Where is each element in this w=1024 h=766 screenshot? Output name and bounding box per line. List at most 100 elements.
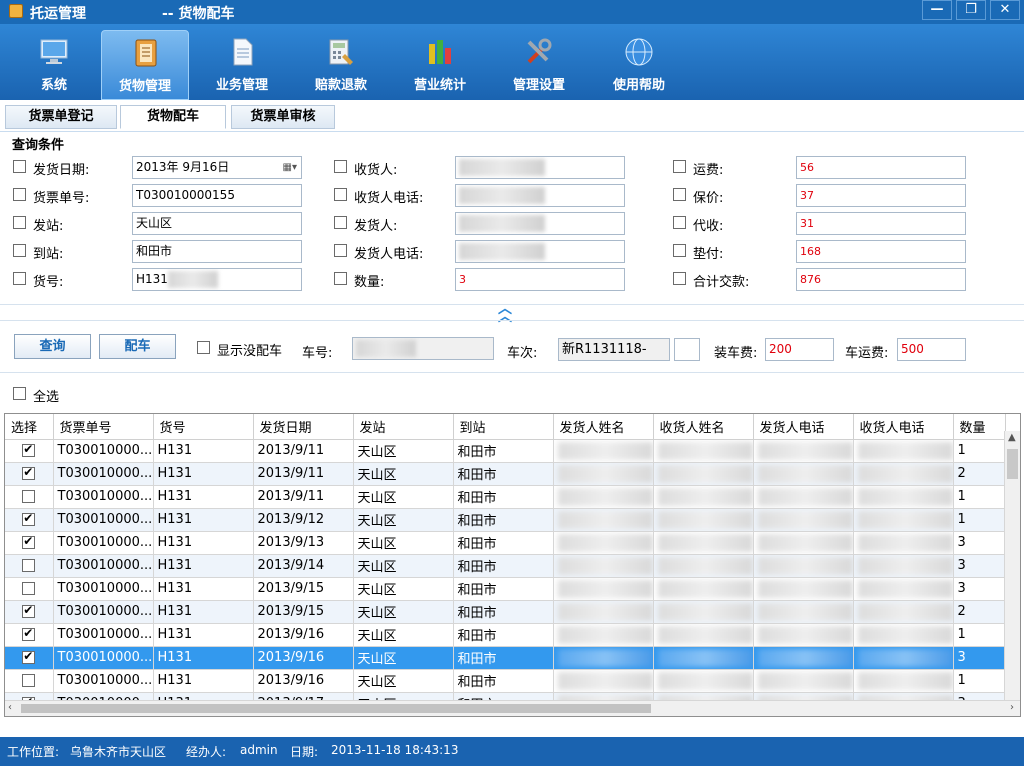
scroll-left-icon[interactable]: ‹ xyxy=(8,701,12,715)
sender-phone-field[interactable] xyxy=(455,240,625,263)
checkbox-show-unassigned[interactable] xyxy=(197,341,210,354)
trip-number-field[interactable]: 新R1131118- xyxy=(558,338,670,361)
column-header-origin[interactable]: 发站 xyxy=(353,414,454,440)
vertical-scrollbar[interactable]: ▲ xyxy=(1004,431,1020,716)
checkbox-freight[interactable] xyxy=(673,160,686,173)
scroll-up-icon[interactable]: ▲ xyxy=(1008,431,1016,445)
column-header-select[interactable]: 选择 xyxy=(5,414,54,440)
row-checkbox[interactable] xyxy=(22,534,36,549)
freight-field[interactable]: 56 xyxy=(796,156,966,179)
row-checkbox[interactable] xyxy=(22,626,36,641)
checkbox-receiver-phone[interactable] xyxy=(334,188,347,201)
horizontal-scroll-thumb[interactable] xyxy=(21,704,651,713)
tab-system[interactable]: 系统 xyxy=(10,30,98,100)
table-row[interactable]: T030010000...H1312013/9/12天山区和田市 1 xyxy=(5,508,1006,532)
sender-field[interactable] xyxy=(455,212,625,235)
query-button[interactable]: 查询 xyxy=(14,334,91,359)
checkbox-advance[interactable] xyxy=(673,244,686,257)
scroll-right-icon[interactable]: › xyxy=(1010,701,1014,715)
checkbox-quantity[interactable] xyxy=(334,272,347,285)
transport-fee-field[interactable]: 500 xyxy=(897,338,966,361)
column-header-ship-date[interactable]: 发货日期 xyxy=(253,414,354,440)
checkbox-sender[interactable] xyxy=(334,216,347,229)
row-checkbox[interactable] xyxy=(22,649,36,664)
tab-cargo-management[interactable]: 货物管理 xyxy=(101,30,189,100)
column-header-quantity[interactable]: 数量 xyxy=(953,414,1006,440)
cell-sender-name xyxy=(553,646,654,670)
receiver-field[interactable] xyxy=(455,156,625,179)
tab-help[interactable]: 使用帮助 xyxy=(595,30,683,100)
column-header-receiver-phone[interactable]: 收货人电话 xyxy=(853,414,954,440)
table-row[interactable]: T030010000...H1312013/9/16天山区和田市 1 xyxy=(5,669,1006,693)
vertical-scroll-thumb[interactable] xyxy=(1007,449,1018,479)
label-ticket-number: 货票单号: xyxy=(33,191,90,206)
loading-fee-field[interactable]: 200 xyxy=(765,338,834,361)
row-checkbox[interactable] xyxy=(22,511,36,526)
checkbox-receiver[interactable] xyxy=(334,160,347,173)
checkbox-insurance[interactable] xyxy=(673,188,686,201)
origin-field[interactable]: 天山区 xyxy=(132,212,302,235)
row-checkbox[interactable] xyxy=(22,465,36,480)
table-row[interactable]: T030010000...H1312013/9/16天山区和田市 1 xyxy=(5,623,1006,647)
minimize-button[interactable]: — xyxy=(922,0,952,20)
cargo-code-field[interactable]: H131 xyxy=(132,268,302,291)
destination-field[interactable]: 和田市 xyxy=(132,240,302,263)
maximize-button[interactable]: ❐ xyxy=(956,0,986,20)
cell-receiver-name xyxy=(653,577,754,601)
cell-sender-name xyxy=(553,577,654,601)
checkbox-origin[interactable] xyxy=(13,216,26,229)
tab-business-management[interactable]: 业务管理 xyxy=(198,30,286,100)
close-button[interactable]: ✕ xyxy=(990,0,1020,20)
column-header-sender-name[interactable]: 发货人姓名 xyxy=(553,414,654,440)
cell-cargo-code: H131 xyxy=(153,531,254,555)
checkbox-cod[interactable] xyxy=(673,216,686,229)
row-checkbox[interactable] xyxy=(22,674,36,687)
checkbox-ship-date[interactable] xyxy=(13,160,26,173)
row-checkbox[interactable] xyxy=(22,559,36,572)
subtab-ticket-review[interactable]: 货票单审核 xyxy=(231,105,335,129)
calendar-dropdown-icon[interactable]: ▦▾ xyxy=(283,157,297,178)
advance-field[interactable]: 168 xyxy=(796,240,966,263)
quantity-field[interactable]: 3 xyxy=(455,268,625,291)
table-row[interactable]: T030010000... H131 2013/9/14 天山区 和田市 3 xyxy=(5,554,1006,578)
vehicle-number-field[interactable] xyxy=(352,337,494,360)
table-row[interactable]: T030010000...H1312013/9/11天山区和田市 2 xyxy=(5,462,1006,486)
checkbox-select-all[interactable] xyxy=(13,387,26,400)
tab-compensation-refund[interactable]: 赔款退款 xyxy=(297,30,385,100)
trip-suffix-field[interactable] xyxy=(674,338,700,361)
row-checkbox[interactable] xyxy=(22,603,36,618)
insurance-field[interactable]: 37 xyxy=(796,184,966,207)
receiver-phone-field[interactable] xyxy=(455,184,625,207)
row-checkbox[interactable] xyxy=(22,490,36,503)
redacted-text xyxy=(757,602,852,621)
cod-field[interactable]: 31 xyxy=(796,212,966,235)
ship-date-picker[interactable]: 2013年 9月16日 ▦▾ xyxy=(132,156,302,179)
table-row[interactable]: T030010000...H1312013/9/11天山区和田市 1 xyxy=(5,439,1006,463)
row-checkbox[interactable] xyxy=(22,582,36,595)
horizontal-scrollbar[interactable]: ‹ › xyxy=(5,700,1020,716)
subtab-cargo-assignment[interactable]: 货物配车 xyxy=(120,105,226,129)
collapse-chevron-icon[interactable]: ︿ ︿ xyxy=(498,302,512,324)
table-row[interactable]: T030010000...H1312013/9/13天山区和田市 3 xyxy=(5,531,1006,555)
column-header-sender-phone[interactable]: 发货人电话 xyxy=(753,414,854,440)
tab-management-settings[interactable]: 管理设置 xyxy=(495,30,583,100)
column-header-destination[interactable]: 到站 xyxy=(453,414,554,440)
column-header-receiver-name[interactable]: 收货人姓名 xyxy=(653,414,754,440)
table-row[interactable]: T030010000... H131 2013/9/15 天山区 和田市 3 xyxy=(5,577,1006,601)
assign-vehicle-button[interactable]: 配车 xyxy=(99,334,176,359)
total-payment-field[interactable]: 876 xyxy=(796,268,966,291)
subtab-ticket-registration[interactable]: 货票单登记 xyxy=(5,105,117,129)
checkbox-cargo-code[interactable] xyxy=(13,272,26,285)
ticket-number-field[interactable]: T030010000155 xyxy=(132,184,302,207)
table-row[interactable]: T030010000...H1312013/9/15天山区和田市 2 xyxy=(5,600,1006,624)
table-row[interactable]: T030010000...H1312013/9/11天山区和田市 1 xyxy=(5,485,1006,509)
checkbox-destination[interactable] xyxy=(13,244,26,257)
row-checkbox[interactable] xyxy=(22,442,36,457)
checkbox-ticket-number[interactable] xyxy=(13,188,26,201)
column-header-ticket[interactable]: 货票单号 xyxy=(53,414,154,440)
checkbox-sender-phone[interactable] xyxy=(334,244,347,257)
column-header-cargo-code[interactable]: 货号 xyxy=(153,414,254,440)
tab-business-statistics[interactable]: 营业统计 xyxy=(396,30,484,100)
table-row[interactable]: T030010000...H1312013/9/16天山区和田市 3 xyxy=(5,646,1006,670)
checkbox-total-payment[interactable] xyxy=(673,272,686,285)
